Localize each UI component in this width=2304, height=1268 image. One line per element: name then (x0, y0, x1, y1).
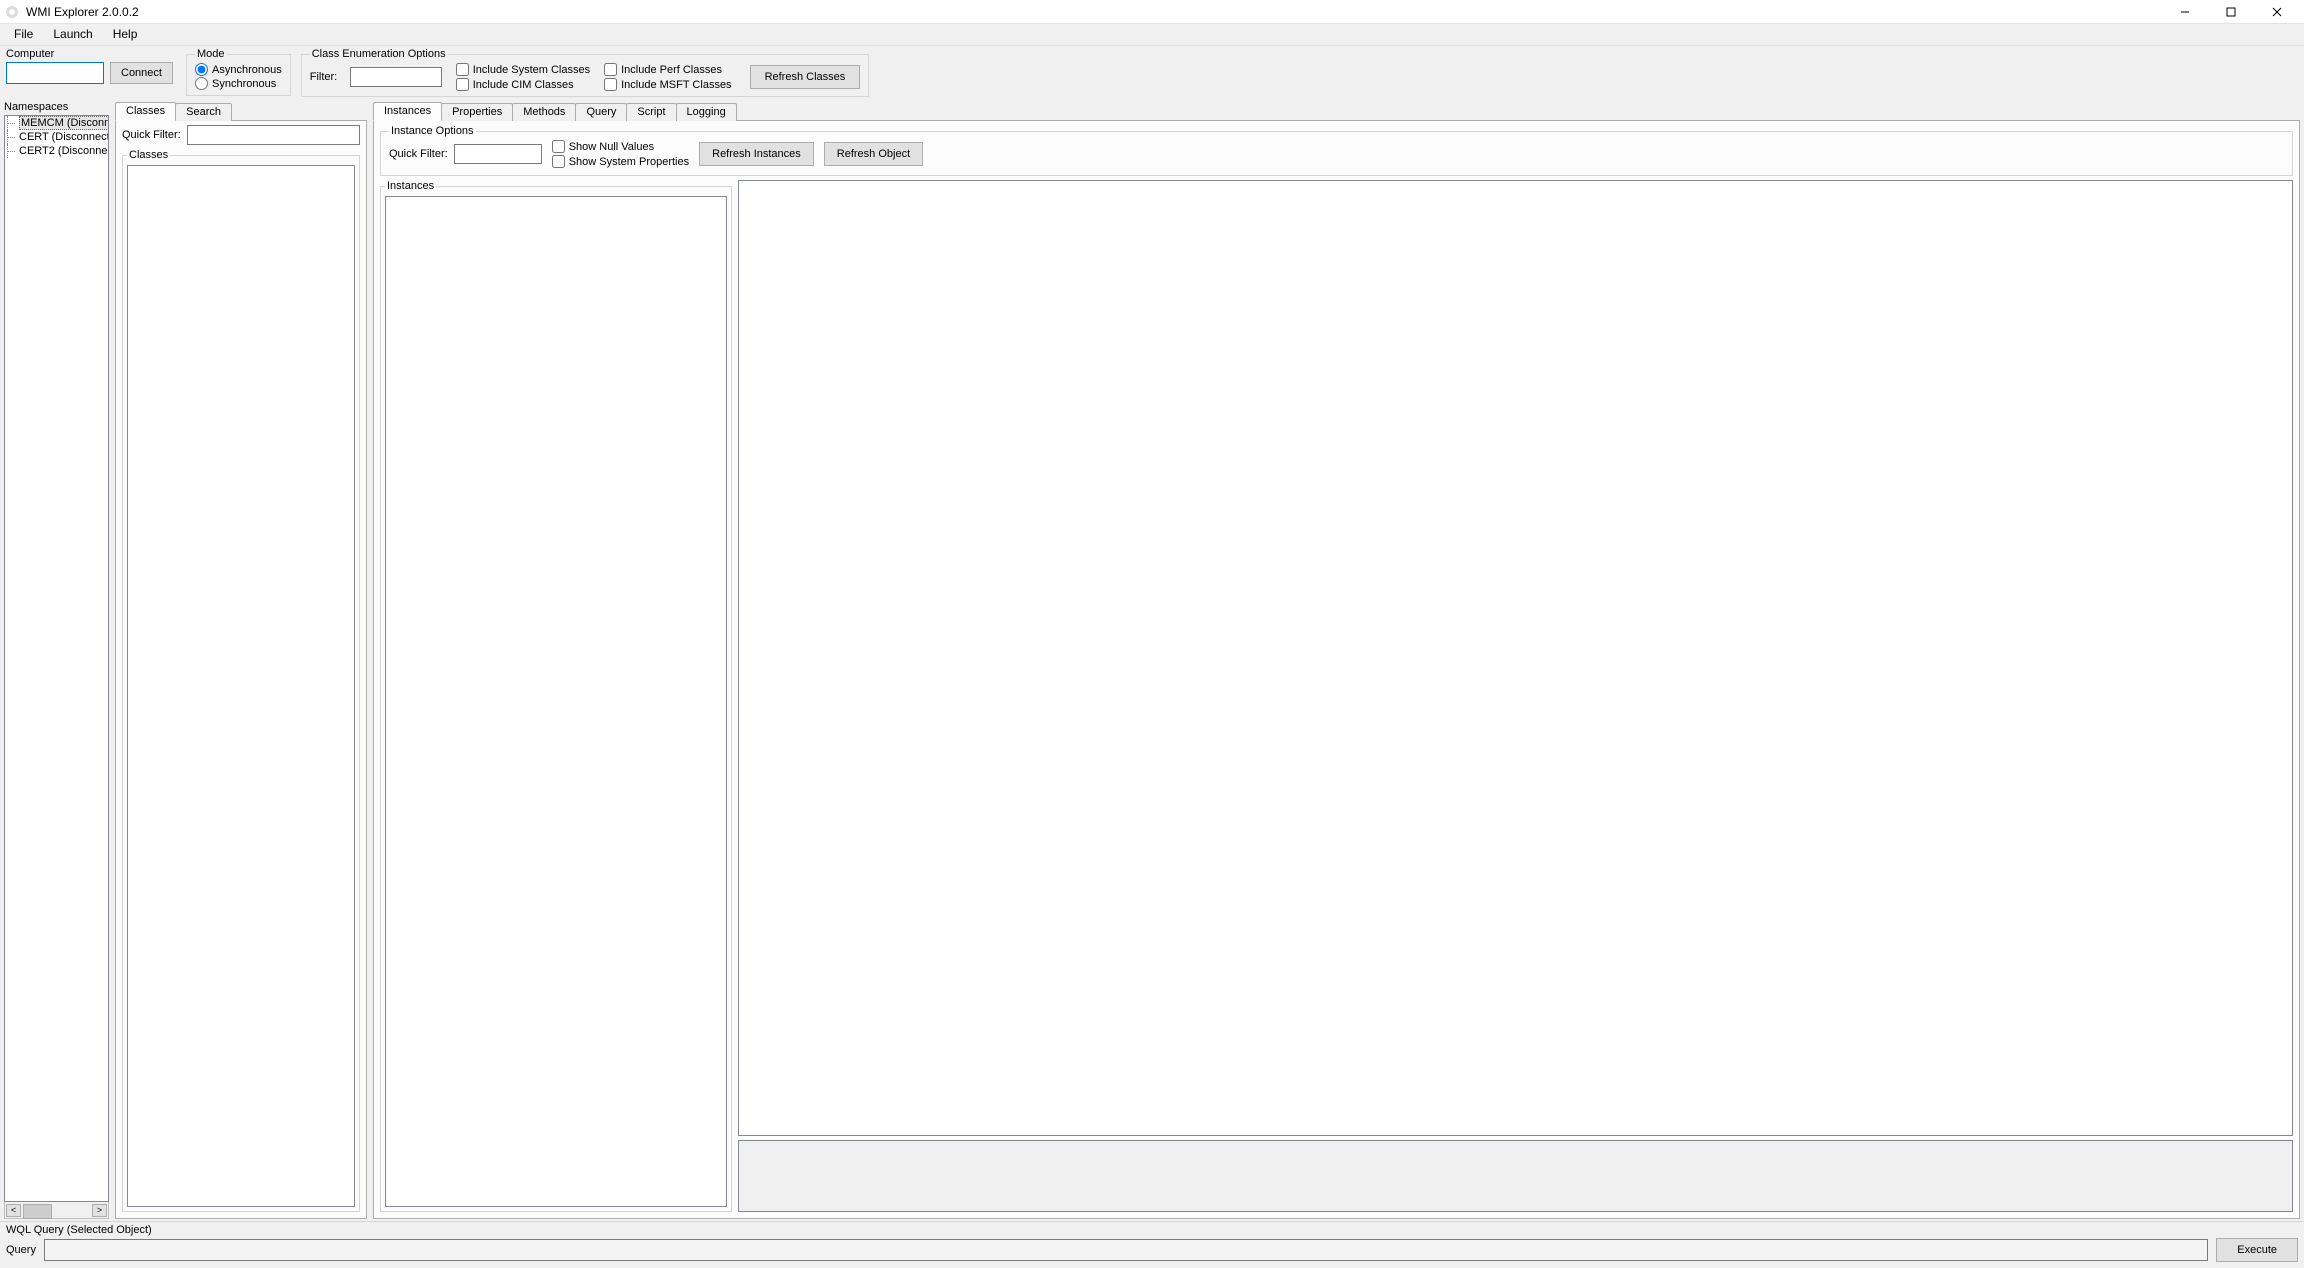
include-system-label: Include System Classes (473, 64, 590, 76)
instance-options-group: Instance Options Quick Filter: Show Null… (380, 125, 2293, 176)
instances-quickfilter-input[interactable] (454, 144, 542, 164)
enum-legend: Class Enumeration Options (310, 48, 448, 60)
computer-input[interactable] (6, 62, 104, 84)
namespaces-tree[interactable]: MEMCM (Disconnected) ▾ CERT (Disconnecte… (4, 115, 109, 1202)
classes-panel: Classes Search Quick Filter: Classes (115, 101, 367, 1219)
tab-properties[interactable]: Properties (441, 103, 513, 121)
instances-list-group: Instances (380, 180, 732, 1212)
namespaces-hscrollbar[interactable]: < > (4, 1202, 109, 1219)
minimize-button[interactable] (2162, 0, 2208, 24)
include-system-checkbox[interactable] (456, 63, 469, 76)
app-icon (4, 4, 20, 20)
show-null-checkbox[interactable] (552, 140, 565, 153)
refresh-instances-button[interactable]: Refresh Instances (699, 142, 814, 166)
close-button[interactable] (2254, 0, 2300, 24)
include-cim-label: Include CIM Classes (473, 79, 574, 91)
tab-script[interactable]: Script (626, 103, 676, 121)
mode-legend: Mode (195, 48, 227, 60)
titlebar: WMI Explorer 2.0.0.2 (0, 0, 2304, 24)
show-system-label: Show System Properties (569, 156, 689, 168)
instances-list-legend: Instances (385, 180, 436, 192)
include-msft-row[interactable]: Include MSFT Classes (604, 78, 731, 91)
classes-list-legend: Classes (127, 149, 170, 161)
enum-group: Class Enumeration Options Filter: Includ… (301, 48, 870, 97)
namespaces-panel: Namespaces MEMCM (Disconnected) ▾ CERT (… (4, 101, 109, 1219)
tab-query[interactable]: Query (575, 103, 627, 121)
scroll-left-icon[interactable]: < (6, 1204, 21, 1217)
namespace-label: CERT2 (Disconnected) (19, 145, 109, 157)
namespaces-caption: Namespaces (4, 101, 109, 115)
wql-query-input[interactable] (44, 1239, 2208, 1261)
instance-summary-pane[interactable] (738, 1140, 2293, 1212)
mode-async-label: Asynchronous (212, 64, 282, 76)
show-system-row[interactable]: Show System Properties (552, 155, 689, 168)
include-system-row[interactable]: Include System Classes (456, 63, 590, 76)
classes-quickfilter-input[interactable] (187, 125, 360, 145)
instances-split: Instances (380, 180, 2293, 1212)
menu-file[interactable]: File (4, 24, 43, 45)
mode-sync-label: Synchronous (212, 78, 276, 90)
include-perf-label: Include Perf Classes (621, 64, 722, 76)
mode-group: Mode Asynchronous Synchronous (186, 48, 291, 96)
include-cim-checkbox[interactable] (456, 78, 469, 91)
show-system-checkbox[interactable] (552, 155, 565, 168)
scroll-right-icon[interactable]: > (92, 1204, 107, 1217)
include-perf-row[interactable]: Include Perf Classes (604, 63, 731, 76)
mode-sync-row[interactable]: Synchronous (195, 77, 282, 90)
instance-detail-pane[interactable] (738, 180, 2293, 1136)
namespace-node[interactable]: CERT (Disconnected) (5, 130, 108, 144)
mode-sync-radio[interactable] (195, 77, 208, 90)
include-msft-label: Include MSFT Classes (621, 79, 731, 91)
tab-search[interactable]: Search (175, 103, 232, 121)
execute-button[interactable]: Execute (2216, 1238, 2298, 1262)
details-panel: Instances Properties Methods Query Scrip… (373, 101, 2300, 1219)
instance-options-legend: Instance Options (389, 125, 476, 137)
include-perf-checkbox[interactable] (604, 63, 617, 76)
main-area: Namespaces MEMCM (Disconnected) ▾ CERT (… (0, 101, 2304, 1221)
tab-logging[interactable]: Logging (676, 103, 737, 121)
maximize-button[interactable] (2208, 0, 2254, 24)
tab-methods[interactable]: Methods (512, 103, 576, 121)
instances-quickfilter-label: Quick Filter: (389, 148, 448, 160)
menu-launch[interactable]: Launch (43, 24, 102, 45)
menubar: File Launch Help (0, 24, 2304, 46)
classes-tab-body: Quick Filter: Classes (115, 121, 367, 1219)
enum-filter-label: Filter: (310, 71, 342, 83)
connect-button[interactable]: Connect (110, 62, 173, 84)
mode-async-radio[interactable] (195, 63, 208, 76)
tab-classes[interactable]: Classes (115, 102, 176, 121)
refresh-object-button[interactable]: Refresh Object (824, 142, 923, 166)
wql-bar: WQL Query (Selected Object) Query Execut… (0, 1221, 2304, 1268)
show-null-label: Show Null Values (569, 141, 654, 153)
include-msft-checkbox[interactable] (604, 78, 617, 91)
show-null-row[interactable]: Show Null Values (552, 140, 689, 153)
scroll-thumb[interactable] (23, 1204, 90, 1217)
details-tabstrip: Instances Properties Methods Query Scrip… (373, 101, 2300, 121)
classes-listbox[interactable] (127, 165, 355, 1207)
wql-caption: WQL Query (Selected Object) (6, 1224, 2298, 1236)
classes-list-group: Classes (122, 149, 360, 1212)
classes-tabstrip: Classes Search (115, 101, 367, 121)
refresh-classes-button[interactable]: Refresh Classes (750, 65, 861, 89)
instances-listbox[interactable] (385, 196, 727, 1207)
enum-filter-input[interactable] (350, 67, 442, 87)
instances-tab-body: Instance Options Quick Filter: Show Null… (373, 121, 2300, 1219)
menu-help[interactable]: Help (103, 24, 148, 45)
window-title: WMI Explorer 2.0.0.2 (26, 5, 139, 19)
namespace-node[interactable]: CERT2 (Disconnected) (5, 144, 108, 158)
namespace-node[interactable]: MEMCM (Disconnected) ▾ (5, 116, 108, 130)
computer-label: Computer (6, 48, 176, 60)
tab-instances[interactable]: Instances (373, 102, 442, 121)
namespace-label: MEMCM (Disconnected) (19, 116, 109, 130)
wql-label: Query (6, 1244, 36, 1256)
top-config-strip: Computer Connect Mode Asynchronous Synch… (0, 46, 2304, 101)
include-cim-row[interactable]: Include CIM Classes (456, 78, 590, 91)
computer-block: Computer Connect (6, 48, 176, 84)
namespace-label: CERT (Disconnected) (19, 131, 109, 143)
mode-async-row[interactable]: Asynchronous (195, 63, 282, 76)
classes-quickfilter-label: Quick Filter: (122, 129, 181, 141)
